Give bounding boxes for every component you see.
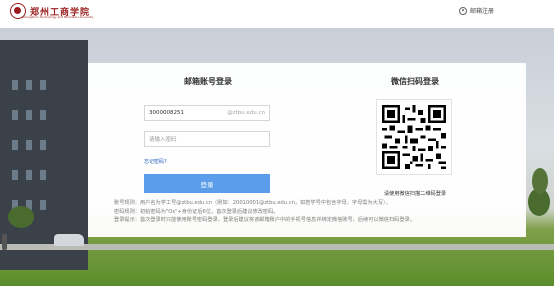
register-label: 邮箱注册 — [469, 8, 494, 15]
car — [54, 234, 84, 246]
top-header: 郑州工商学院 Zhengzhou Technology and Business… — [0, 0, 554, 28]
wechat-qr-code[interactable] — [376, 99, 452, 175]
qr-code-icon — [382, 105, 446, 169]
email-login-title: 邮箱账号登录 — [184, 77, 232, 86]
school-english-name: Zhengzhou Technology and Business Univer… — [22, 15, 94, 19]
wechat-login-title: 微信扫码登录 — [391, 77, 439, 86]
account-input[interactable]: 3000008251 @ztbu.edu.cn — [144, 105, 270, 121]
person — [2, 234, 7, 250]
account-domain-suffix: @ztbu.edu.cn — [227, 110, 265, 116]
email-register-link[interactable]: 邮箱注册 — [458, 6, 494, 15]
tree — [8, 206, 34, 228]
login-rules: 账号规则：用户名为学工号@ztbu.edu.cn（例如：20010001@ztb… — [114, 199, 514, 225]
account-value: 3000008251 — [149, 110, 184, 116]
password-input[interactable]: 请输入密码 — [144, 131, 270, 147]
tree — [532, 168, 548, 194]
login-button[interactable]: 登录 — [144, 174, 270, 193]
login-tip-text: 登录提示：首次登录时只能使用账号密码登录，登录后建议将该邮箱账户中的手机号信息并… — [114, 217, 415, 223]
login-panel: 邮箱账号登录 3000008251 @ztbu.edu.cn 请输入密码 忘记密… — [88, 63, 526, 237]
user-icon — [458, 6, 467, 15]
qr-caption: 请使用微信扫描二维码登录 — [383, 191, 447, 197]
password-rule-text: 密码规则：初始密码为"Os"+身份证后6位，首次登录后建议修改密码。 — [114, 208, 279, 215]
forgot-password-link[interactable]: 忘记密码? — [144, 158, 167, 165]
account-rule-text: 账号规则：用户名为学工号@ztbu.edu.cn（例如：20010001@ztb… — [114, 200, 391, 206]
password-placeholder: 请输入密码 — [149, 137, 177, 143]
